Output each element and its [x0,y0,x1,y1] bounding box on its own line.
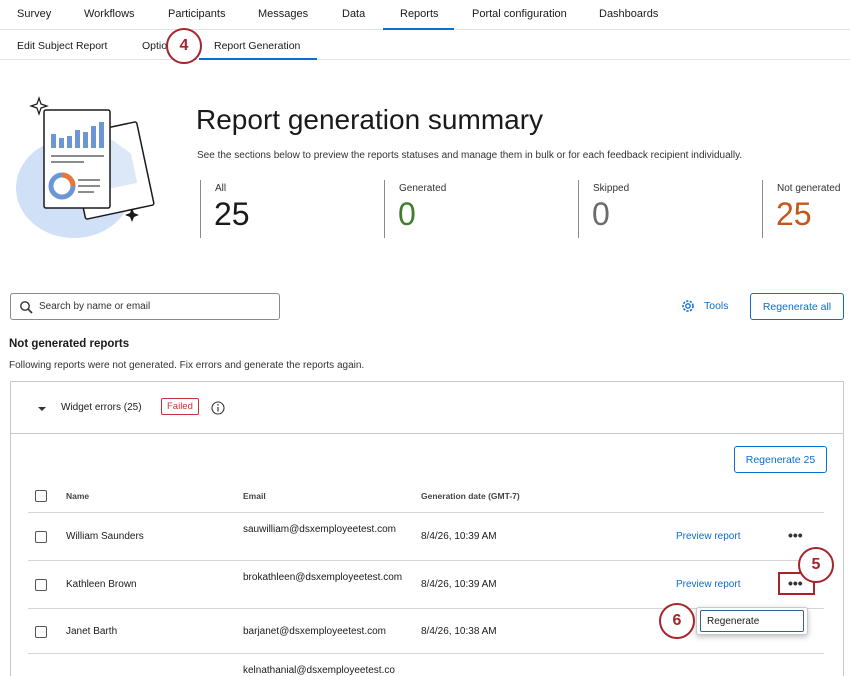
row-action-menu: Regenerate [696,607,808,635]
page-description: See the sections below to preview the re… [197,150,743,161]
active-subtab-indicator [199,58,317,60]
stat-label: Skipped [593,183,630,194]
stat-divider [200,180,201,238]
row-divider [28,560,824,561]
callout-4: 4 [166,28,202,64]
callout-5: 5 [798,547,834,583]
subtab-options[interactable]: Optio [142,40,167,52]
column-header-date[interactable]: Generation date (GMT-7) [421,491,520,501]
stat-generated: Generated 0 [384,180,554,238]
subtab-edit-subject-report[interactable]: Edit Subject Report [17,40,107,52]
tab-portal-configuration[interactable]: Portal configuration [472,8,567,20]
tools-label: Tools [704,300,729,312]
stat-divider [578,180,579,238]
row-date: 8/4/26, 10:38 AM [421,626,497,637]
row-checkbox[interactable] [35,579,47,591]
select-all-checkbox[interactable] [35,490,47,502]
row-name: Kathleen Brown [66,579,137,590]
stat-value: 25 [214,196,250,232]
tab-workflows[interactable]: Workflows [84,8,135,20]
tools-button[interactable]: Tools [680,298,729,314]
callout-6: 6 [659,603,695,639]
stat-divider [384,180,385,238]
tab-participants[interactable]: Participants [168,8,225,20]
search-input[interactable]: Search by name or email [10,293,280,320]
stat-value: 25 [776,196,812,232]
tab-reports[interactable]: Reports [400,8,439,20]
regenerate-25-button[interactable]: Regenerate 25 [734,446,827,473]
stat-divider [762,180,763,238]
gear-icon [682,300,694,312]
report-illustration [16,96,155,238]
section-title: Not generated reports [9,338,130,350]
search-placeholder: Search by name or email [39,301,151,312]
row-divider [28,512,824,513]
section-description: Following reports were not generated. Fi… [9,360,365,371]
sub-nav: Edit Subject Report Optio Report Generat… [0,30,850,60]
column-header-email[interactable]: Email [243,491,266,501]
search-icon [20,300,33,314]
preview-report-link[interactable]: Preview report [676,579,740,590]
subtab-report-generation[interactable]: Report Generation [214,40,300,52]
info-icon[interactable] [211,401,225,415]
tab-dashboards[interactable]: Dashboards [599,8,658,20]
stat-value: 0 [398,196,416,232]
row-email: brokathleen@dsxemployeetest.com [243,572,403,583]
error-group-header[interactable]: Widget errors (25) Failed [11,382,843,434]
stat-not-generated: Not generated 25 [762,180,850,238]
stat-label: Generated [399,183,447,194]
stat-value: 0 [592,196,610,232]
more-actions-icon[interactable]: ••• [788,528,803,542]
regenerate-all-button[interactable]: Regenerate all [750,293,844,320]
row-email: sauwilliam@dsxemployeetest.com [243,524,396,535]
row-checkbox[interactable] [35,626,47,638]
status-badge: Failed [161,398,199,415]
tab-data[interactable]: Data [342,8,365,20]
stat-skipped: Skipped 0 [578,180,748,238]
tab-messages[interactable]: Messages [258,8,308,20]
regenerate-menu-item[interactable]: Regenerate [700,610,804,632]
row-name: Janet Barth [66,626,118,637]
row-checkbox[interactable] [35,531,47,543]
column-header-name[interactable]: Name [66,491,89,501]
stat-all: All 25 [200,180,370,238]
error-group-label: Widget errors (25) [61,402,142,413]
row-divider [28,653,824,654]
row-date: 8/4/26, 10:39 AM [421,579,497,590]
row-date: 8/4/26, 10:39 AM [421,531,497,542]
stat-label: All [215,183,227,194]
top-nav: Survey Workflows Participants Messages D… [0,0,850,30]
row-name: William Saunders [66,531,144,542]
stat-label: Not generated [777,183,841,194]
row-email: barjanet@dsxemployeetest.com [243,626,386,637]
caret-down-icon[interactable] [37,404,47,414]
preview-report-link[interactable]: Preview report [676,531,740,542]
row-email: kelnathanial@dsxemployeetest.co [243,665,395,676]
page-title: Report generation summary [196,104,544,135]
tab-survey[interactable]: Survey [17,8,51,20]
